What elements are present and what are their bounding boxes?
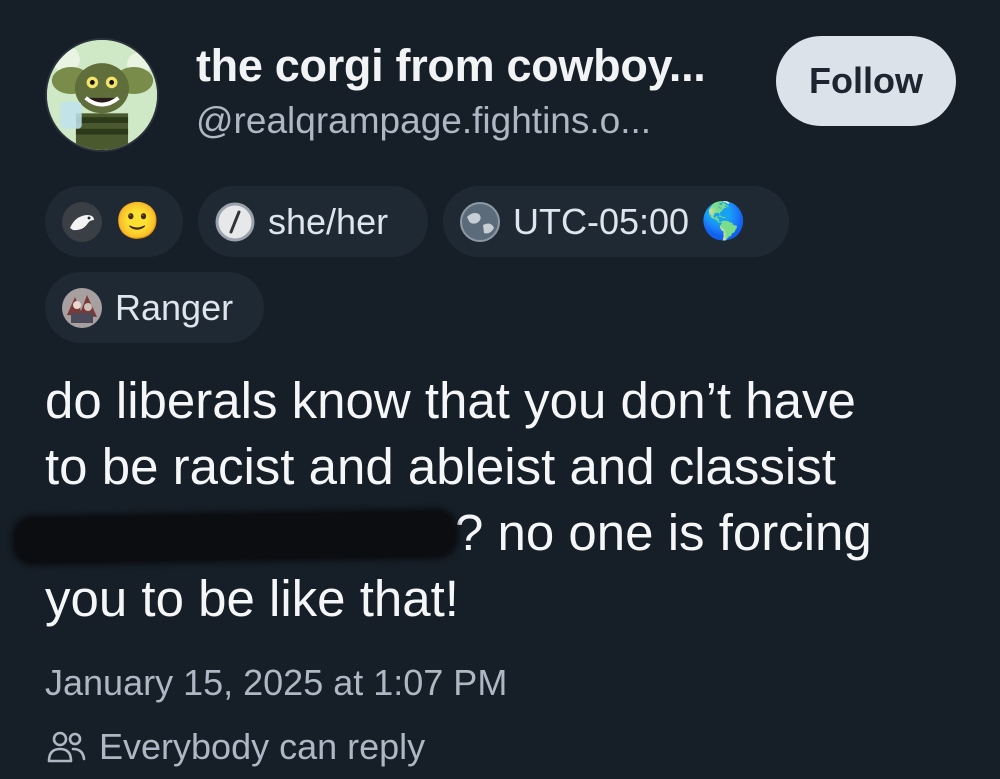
ranger-label: Ranger	[115, 286, 234, 328]
post-body: do liberals know that you don’t have to b…	[14, 368, 965, 632]
ranger-avatar-icon	[61, 287, 103, 329]
reply-setting: Everybody can reply	[45, 725, 425, 769]
post-line-2: to be racist and ableist and classist	[45, 438, 836, 495]
user-handle[interactable]: @realqrampage.fightins.o...	[196, 100, 651, 142]
timezone-label: UTC-05:00	[513, 200, 690, 242]
smiley-emoji: 🙂	[115, 200, 160, 242]
bird-avatar-icon	[61, 201, 103, 243]
reply-setting-label: Everybody can reply	[99, 726, 426, 767]
post-timestamp[interactable]: January 15, 2025 at 1:07 PM	[45, 662, 507, 704]
badge-pronouns[interactable]: she/her	[198, 186, 428, 257]
badge-bird-emoji[interactable]: 🙂	[45, 186, 183, 257]
slash-circle-icon	[214, 201, 256, 243]
badge-timezone[interactable]: UTC-05:00 🌎	[443, 186, 789, 257]
redaction-scribble	[14, 510, 456, 563]
follow-button[interactable]: Follow	[776, 36, 956, 126]
post-line-1: do liberals know that you don’t have	[45, 372, 856, 429]
post-line-3: ? no one is forcing	[455, 504, 872, 561]
profile-avatar[interactable]	[45, 38, 159, 152]
globe-icon	[459, 201, 501, 243]
pronouns-label: she/her	[268, 200, 389, 242]
people-icon	[47, 731, 86, 763]
post-line-4: you to be like that!	[45, 570, 459, 627]
badge-ranger[interactable]: Ranger	[45, 272, 264, 343]
earth-americas-emoji: 🌎	[701, 200, 746, 242]
display-name[interactable]: the corgi from cowboy...	[196, 40, 706, 92]
